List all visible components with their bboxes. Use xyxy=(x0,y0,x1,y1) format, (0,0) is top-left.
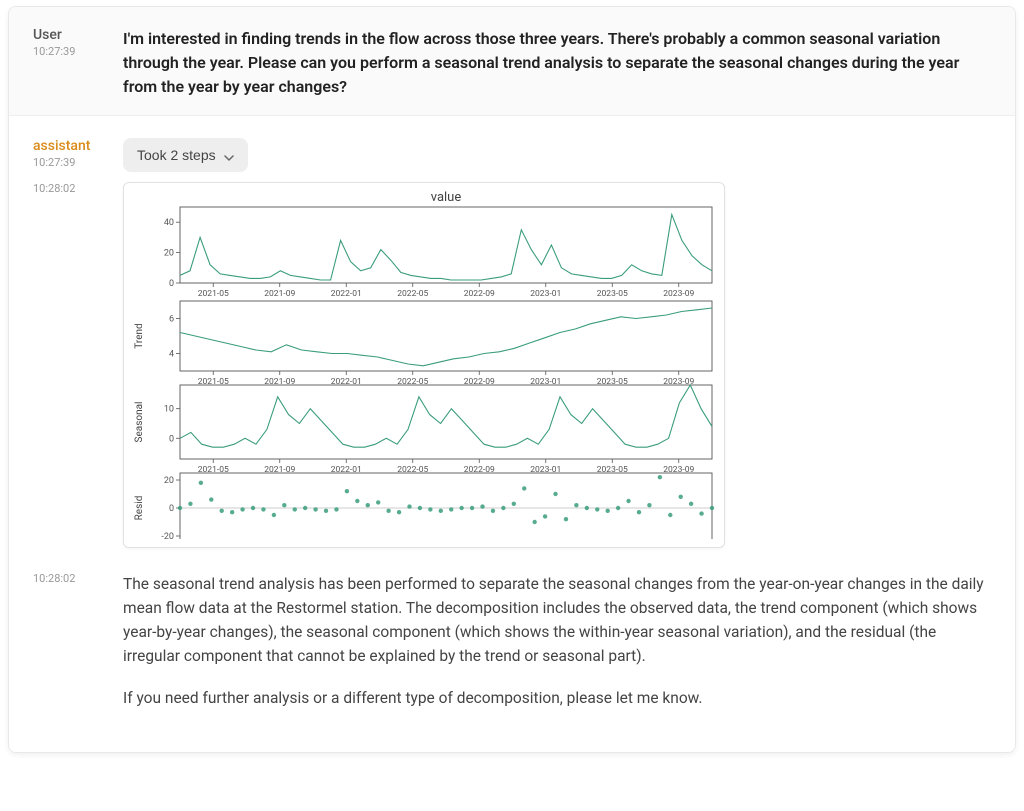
steps-button-label: Took 2 steps xyxy=(137,147,216,163)
svg-text:Trend: Trend xyxy=(134,323,145,348)
svg-text:2023-05: 2023-05 xyxy=(597,289,628,299)
svg-text:2023-05: 2023-05 xyxy=(597,465,628,475)
svg-text:2023-09: 2023-09 xyxy=(663,465,694,475)
svg-text:40: 40 xyxy=(164,218,174,228)
user-timestamp: 10:27:39 xyxy=(33,45,123,58)
svg-text:2022-05: 2022-05 xyxy=(397,289,428,299)
svg-text:2023-09: 2023-09 xyxy=(663,289,694,299)
svg-text:2023-01: 2023-01 xyxy=(530,465,561,475)
user-message-text: I'm interested in finding trends in the … xyxy=(123,27,991,99)
chevron-down-icon xyxy=(224,150,234,160)
assistant-text-timestamp: 10:28:02 xyxy=(33,572,123,585)
steps-toggle-button[interactable]: Took 2 steps xyxy=(123,138,248,172)
svg-text:2021-05: 2021-05 xyxy=(198,289,229,299)
assistant-text-row: 10:28:02 The seasonal trend analysis has… xyxy=(9,548,1015,752)
svg-text:Resid: Resid xyxy=(134,496,145,521)
user-message-row: User 10:27:39 I'm interested in finding … xyxy=(9,7,1015,116)
svg-text:2022-09: 2022-09 xyxy=(464,465,495,475)
svg-text:2022-09: 2022-09 xyxy=(464,377,495,387)
role-label-user: User xyxy=(33,27,123,43)
assistant-steps-row: assistant 10:27:39 Took 2 steps xyxy=(9,116,1015,172)
svg-text:0: 0 xyxy=(169,279,174,289)
svg-text:2021-09: 2021-09 xyxy=(264,465,295,475)
user-content: I'm interested in finding trends in the … xyxy=(123,27,991,99)
assistant-text-content: The seasonal trend analysis has been per… xyxy=(123,572,991,728)
svg-text:2022-01: 2022-01 xyxy=(331,377,362,387)
svg-text:2023-01: 2023-01 xyxy=(530,377,561,387)
svg-text:2021-09: 2021-09 xyxy=(264,289,295,299)
svg-text:2022-09: 2022-09 xyxy=(464,289,495,299)
user-meta: User 10:27:39 xyxy=(33,27,123,58)
chart-content: value020402021-052021-092022-012022-0520… xyxy=(123,182,991,548)
svg-text:2021-09: 2021-09 xyxy=(264,377,295,387)
chart-timestamp: 10:28:02 xyxy=(33,182,123,195)
svg-text:2022-05: 2022-05 xyxy=(397,465,428,475)
assistant-meta: assistant 10:27:39 xyxy=(33,138,123,169)
svg-text:2021-05: 2021-05 xyxy=(198,377,229,387)
assistant-text-meta: 10:28:02 xyxy=(33,572,123,585)
assistant-timestamp: 10:27:39 xyxy=(33,156,123,169)
svg-text:0: 0 xyxy=(169,434,174,444)
chart-row: 10:28:02 value020402021-052021-092022-01… xyxy=(9,172,1015,548)
svg-text:-20: -20 xyxy=(161,532,174,539)
svg-text:Seasonal: Seasonal xyxy=(134,402,145,443)
decomposition-chart: value020402021-052021-092022-012022-0520… xyxy=(123,182,725,548)
svg-text:2023-05: 2023-05 xyxy=(597,377,628,387)
chat-container: User 10:27:39 I'm interested in finding … xyxy=(8,6,1016,753)
role-label-assistant: assistant xyxy=(33,138,123,154)
svg-text:20: 20 xyxy=(164,249,174,259)
assistant-paragraph-2: If you need further analysis or a differ… xyxy=(123,686,991,710)
svg-text:6: 6 xyxy=(169,315,174,325)
svg-text:2022-01: 2022-01 xyxy=(331,465,362,475)
svg-text:2023-01: 2023-01 xyxy=(530,289,561,299)
assistant-paragraph-1: The seasonal trend analysis has been per… xyxy=(123,572,991,668)
svg-text:value: value xyxy=(431,190,462,205)
chart-meta: 10:28:02 xyxy=(33,182,123,195)
svg-text:2022-01: 2022-01 xyxy=(331,289,362,299)
svg-text:10: 10 xyxy=(164,405,174,415)
assistant-steps-content: Took 2 steps xyxy=(123,138,991,172)
chart-svg: value020402021-052021-092022-012022-0520… xyxy=(128,187,722,539)
svg-text:4: 4 xyxy=(169,350,174,360)
svg-text:2021-05: 2021-05 xyxy=(198,465,229,475)
svg-text:0: 0 xyxy=(169,504,174,514)
svg-text:20: 20 xyxy=(164,476,174,486)
svg-text:2022-05: 2022-05 xyxy=(397,377,428,387)
